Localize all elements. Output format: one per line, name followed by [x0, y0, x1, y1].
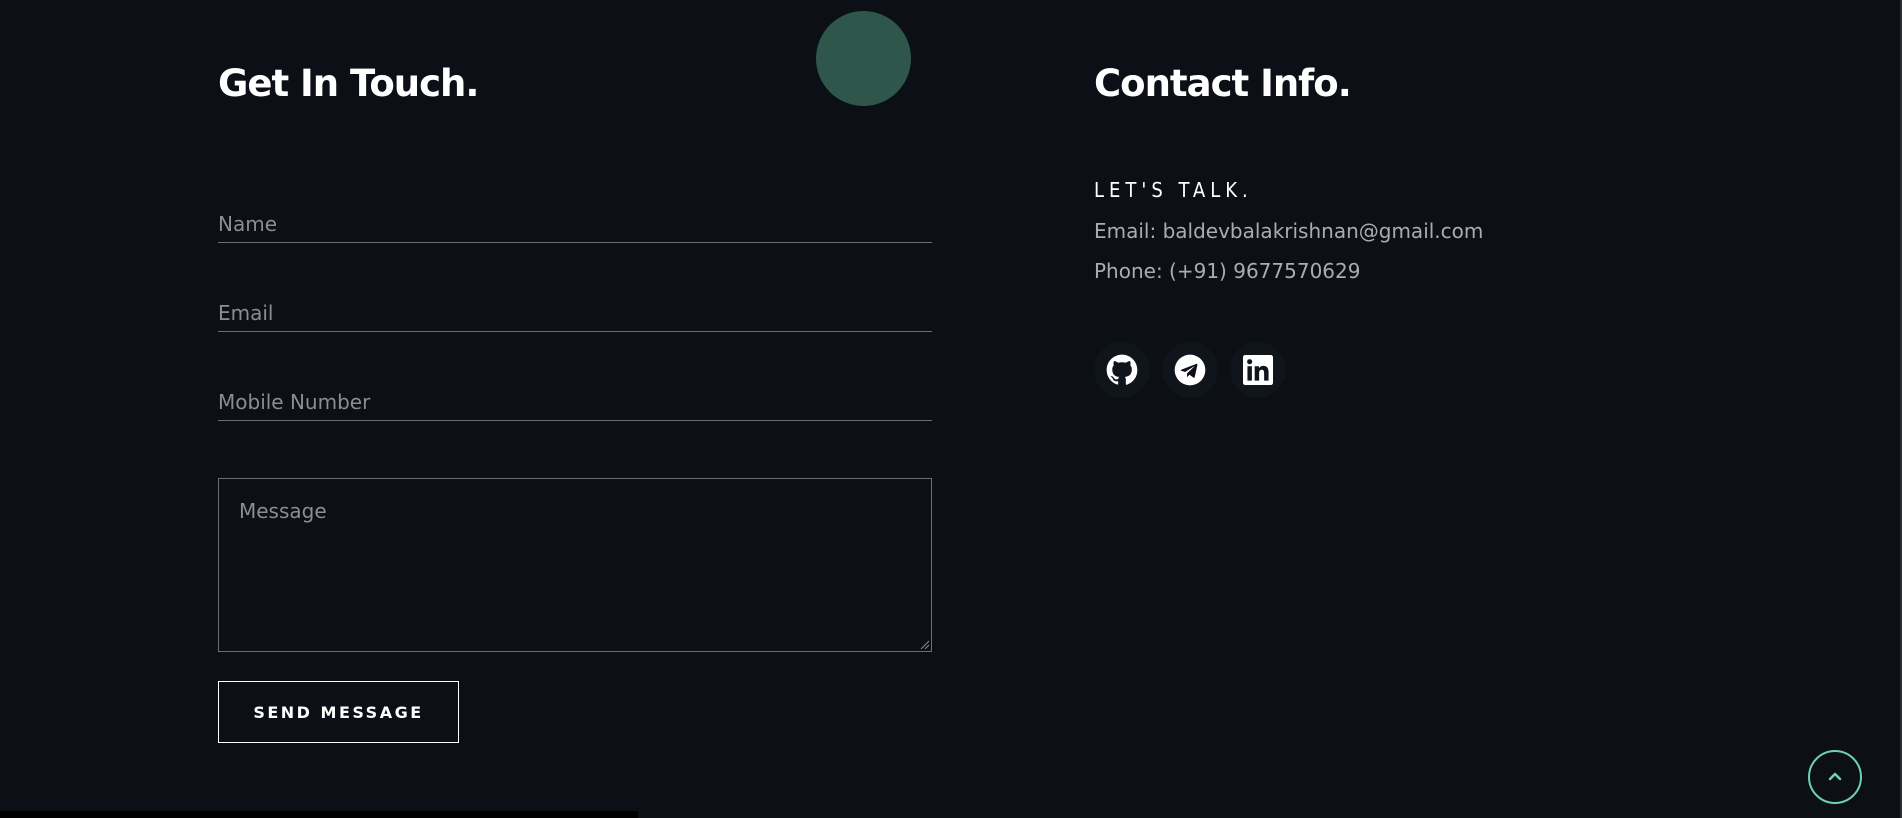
contact-email: Email: baldevbalakrishnan@gmail.com [1094, 219, 1484, 243]
contact-section: Get In Touch. SEND MESSAGE Contact Info.… [0, 0, 1902, 818]
telegram-icon [1174, 354, 1206, 386]
bottom-strip [0, 811, 638, 818]
message-textarea[interactable] [219, 479, 931, 651]
github-link[interactable] [1094, 342, 1150, 398]
decorative-circle [816, 11, 911, 106]
send-message-button[interactable]: SEND MESSAGE [218, 681, 459, 743]
back-to-top-button[interactable] [1808, 750, 1862, 804]
contact-title: Contact Info. [1094, 62, 1352, 105]
chevron-up-icon [1828, 772, 1842, 781]
mobile-input[interactable] [218, 384, 932, 420]
linkedin-icon [1243, 355, 1273, 385]
mobile-field [218, 384, 932, 421]
name-field [218, 206, 932, 243]
contact-phone: Phone: (+91) 9677570629 [1094, 259, 1361, 283]
telegram-link[interactable] [1162, 342, 1218, 398]
email-field [218, 295, 932, 332]
github-icon [1106, 354, 1138, 385]
name-input[interactable] [218, 206, 932, 242]
linkedin-link[interactable] [1230, 342, 1286, 398]
form-title: Get In Touch. [218, 62, 479, 105]
email-input[interactable] [218, 295, 932, 331]
message-field [218, 478, 932, 652]
resize-grip-icon[interactable] [919, 639, 929, 649]
lets-talk-heading: LET'S TALK. [1094, 178, 1253, 202]
